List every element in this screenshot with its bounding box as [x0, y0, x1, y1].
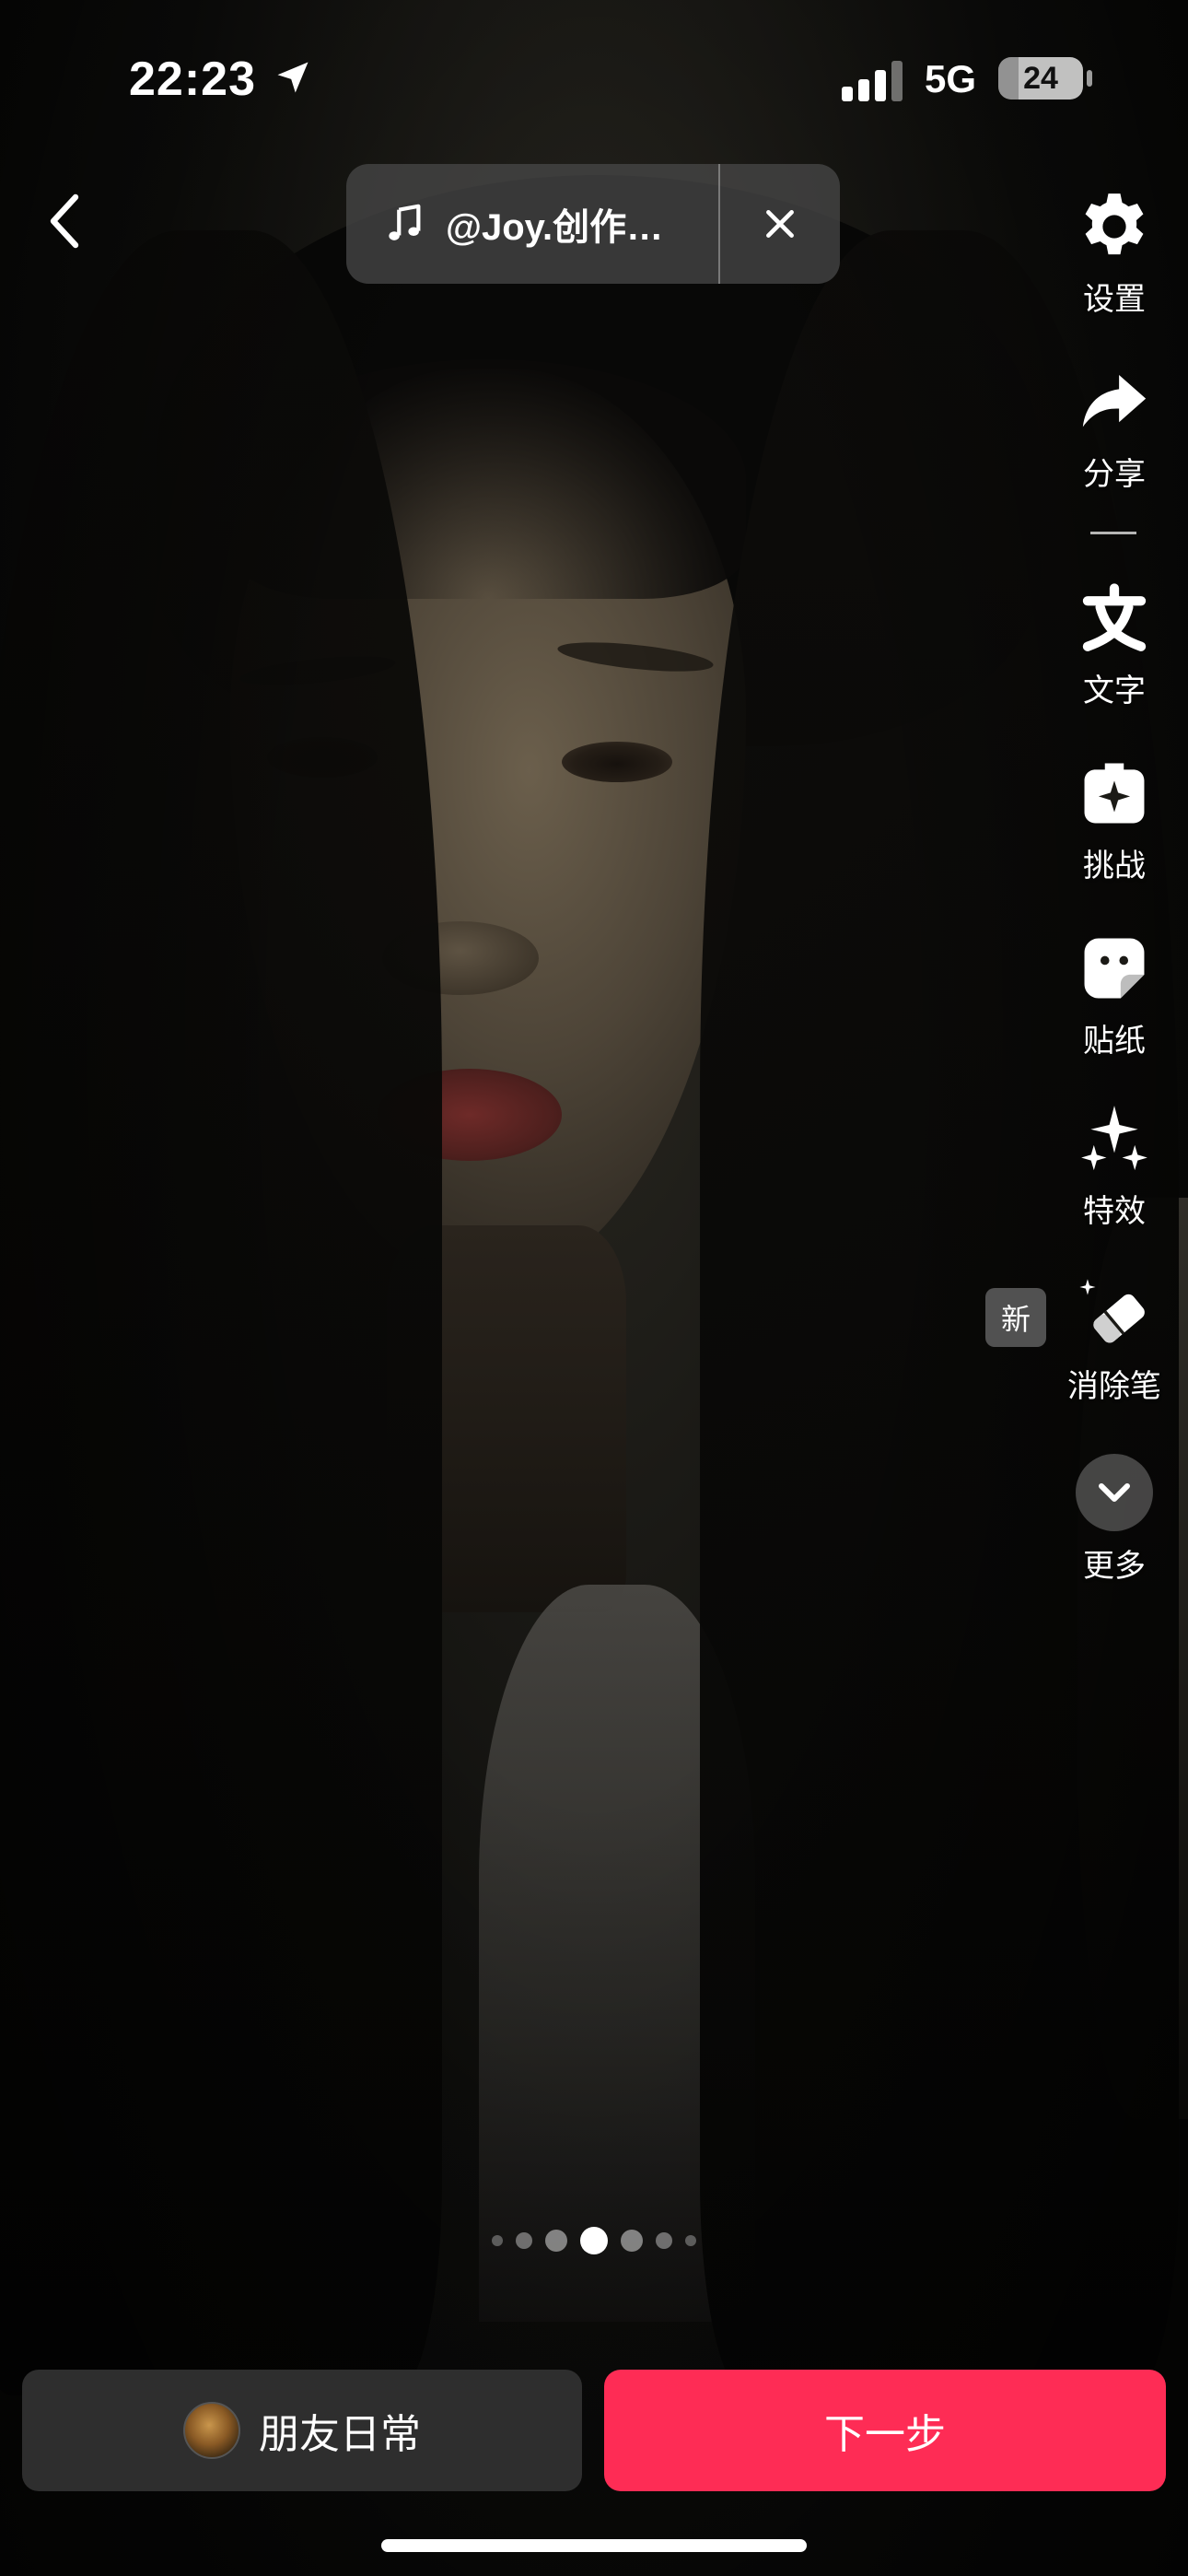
selected-music[interactable]: @Joy.创作… — [346, 164, 718, 284]
chevron-down-icon — [1099, 1483, 1130, 1502]
close-icon — [766, 210, 794, 238]
location-arrow-icon — [277, 62, 309, 93]
page-dot-active — [580, 2227, 608, 2254]
chevron-left-icon — [50, 193, 79, 249]
effects-label: 特效 — [1083, 1193, 1146, 1230]
page-dot — [685, 2235, 696, 2246]
more-circle — [1076, 1454, 1153, 1531]
page-dot — [492, 2235, 503, 2246]
more-label: 更多 — [1083, 1548, 1146, 1585]
editor-screen: 22:23 5G 24 @Joy.创作… 设置 分享 文字 挑战 贴纸 特效 新… — [0, 0, 1188, 2576]
friends-daily-label: 朋友日常 — [259, 2411, 421, 2458]
avatar — [183, 2402, 240, 2459]
music-selector: @Joy.创作… — [346, 164, 840, 284]
remove-music-button[interactable] — [720, 164, 840, 284]
toolbar-divider — [1090, 532, 1136, 534]
effects-button[interactable]: 特效 — [1050, 1101, 1179, 1231]
eraser-label: 消除笔 — [1067, 1368, 1161, 1405]
more-button[interactable]: 更多 — [1050, 1454, 1179, 1586]
page-indicator[interactable] — [0, 2222, 1188, 2259]
music-title: @Joy.创作… — [446, 207, 664, 248]
battery-level: 24 — [1023, 61, 1058, 96]
challenge-icon — [1084, 763, 1145, 824]
music-note-icon — [389, 204, 421, 240]
network-type: 5G — [925, 57, 977, 100]
status-time: 22:23 — [129, 53, 256, 106]
back-button[interactable] — [37, 184, 92, 258]
challenge-label: 挑战 — [1083, 848, 1146, 884]
battery-icon: 24 — [998, 57, 1083, 100]
share-label: 分享 — [1083, 456, 1146, 493]
sticker-icon — [1084, 938, 1145, 999]
settings-label: 设置 — [1083, 281, 1146, 318]
magic-eraser-icon — [1079, 1279, 1145, 1343]
sticker-label: 贴纸 — [1083, 1023, 1146, 1060]
text-label: 文字 — [1083, 673, 1146, 709]
sticker-button[interactable]: 贴纸 — [1050, 931, 1179, 1060]
next-step-button[interactable]: 下一步 — [604, 2370, 1166, 2491]
page-dot — [516, 2232, 532, 2249]
page-dot — [545, 2230, 567, 2252]
text-icon — [1082, 583, 1147, 651]
page-dot — [656, 2232, 672, 2249]
share-button[interactable]: 分享 — [1050, 364, 1179, 494]
battery-cap — [1087, 70, 1092, 87]
eraser-button[interactable]: 消除笔 — [1050, 1276, 1179, 1406]
next-step-label: 下一步 — [824, 2411, 946, 2458]
text-button[interactable]: 文字 — [1050, 580, 1179, 710]
gear-icon — [1085, 193, 1144, 255]
settings-button[interactable]: 设置 — [1050, 189, 1179, 319]
signal-bars-icon — [842, 61, 903, 101]
home-indicator[interactable] — [381, 2539, 807, 2552]
page-dot — [621, 2230, 643, 2252]
share-arrow-icon — [1082, 374, 1147, 427]
challenge-button[interactable]: 挑战 — [1050, 755, 1179, 885]
sparkles-icon — [1081, 1106, 1147, 1171]
friends-daily-button[interactable]: 朋友日常 — [22, 2370, 582, 2491]
new-badge: 新 — [985, 1288, 1046, 1347]
